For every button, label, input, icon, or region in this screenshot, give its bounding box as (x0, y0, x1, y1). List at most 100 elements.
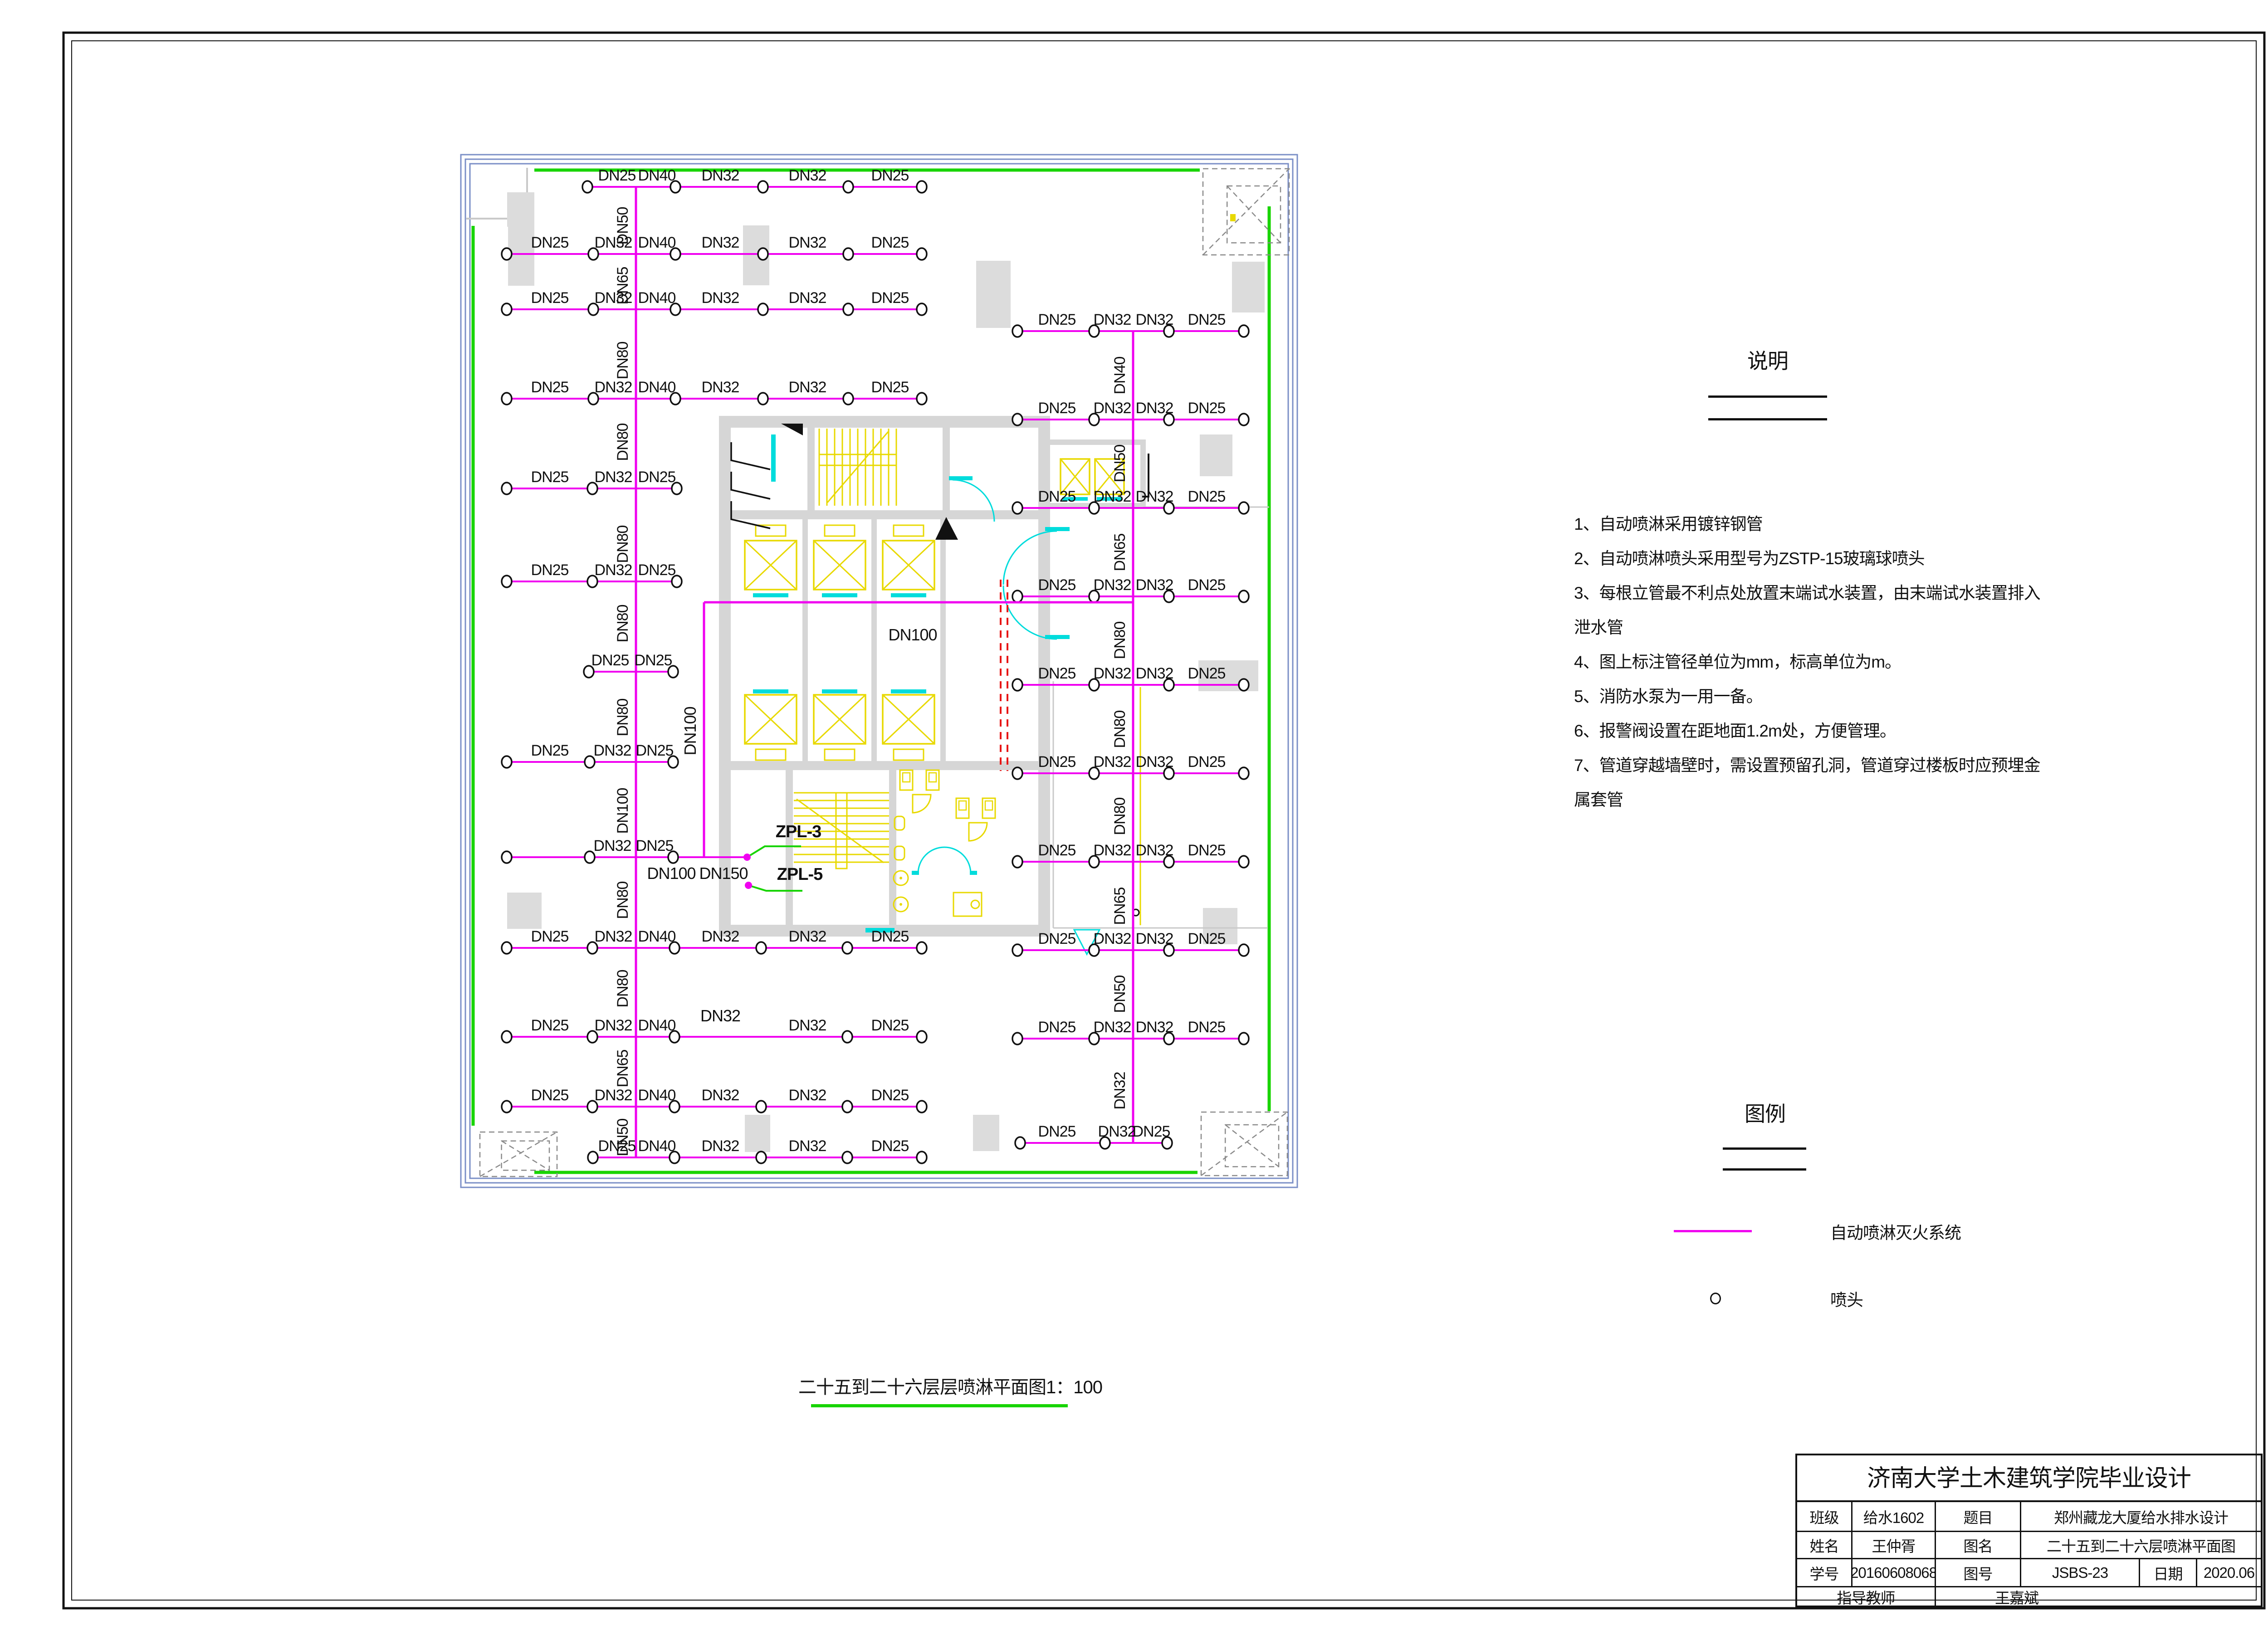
pipe-label: DN32 (595, 1087, 632, 1104)
sprinkler-head-icon (917, 1031, 927, 1043)
notes-title: 说明 (1708, 345, 1827, 375)
pipe-label: DN25 (1038, 665, 1076, 682)
sprinkler-head-icon (1012, 767, 1022, 779)
pipe-label: DN25 (638, 561, 676, 579)
class-value: 给水1602 (1853, 1502, 1936, 1531)
pipe-label: DN80 (614, 881, 631, 919)
door-swing-arc (918, 847, 971, 874)
pipe-label: DN32 (1136, 400, 1173, 417)
sink (899, 877, 902, 879)
pipe-label: DN32 (702, 1137, 739, 1155)
sprinkler-head-icon (917, 248, 927, 260)
sprinkler-head-icon (758, 303, 768, 315)
pipe-label: DN32 (789, 928, 826, 945)
elevator-door-sill (891, 593, 926, 597)
pipe-label: DN32 (1136, 753, 1173, 771)
pipe-label: DN32 (702, 167, 739, 184)
pipe-label: DN25 (1038, 311, 1076, 328)
toilet (903, 773, 910, 782)
elevator-door-sill (753, 593, 788, 597)
riser-leader (747, 846, 801, 857)
advisor-value: 王嘉斌 (1936, 1587, 2261, 1606)
pipe-label: DN25 (636, 837, 674, 854)
pipe-label: DN80 (614, 970, 631, 1007)
pipe-label: DN100 (888, 625, 937, 644)
sprinkler-head-icon (1710, 1293, 1721, 1304)
title-block-row: 学号 20160608068 图号 JSBS-23 日期 2020.06 (1797, 1559, 2261, 1587)
pipe-label: DN32 (702, 928, 739, 945)
pipe-label: DN25 (591, 652, 629, 669)
pipe-label: DN25 (871, 1087, 909, 1104)
pipe-label: DN25 (1188, 311, 1226, 328)
column (1200, 434, 1232, 476)
sprinkler-head-icon (1012, 944, 1022, 956)
corner-window-diagonal (1201, 1112, 1287, 1176)
pipe-label: DN80 (614, 342, 631, 379)
sink (899, 903, 902, 906)
pipe-label: DN25 (871, 289, 909, 307)
pipe-label: DN32 (1136, 930, 1173, 947)
topic-value: 郑州藏龙大厦给水排水设计 (2021, 1502, 2261, 1531)
pipe-label: DN80 (1111, 621, 1129, 659)
notes-list: 1、自动喷淋采用镀锌钢管2、自动喷淋喷头采用型号为ZSTP-15玻璃球喷头3、每… (1574, 507, 2268, 817)
pipe-label: DN32 (1136, 488, 1173, 505)
pipe-label: DN25 (1038, 842, 1076, 859)
pipe-label: DN100 (681, 707, 699, 755)
pipe-label: DN32 (595, 234, 632, 251)
stall-door-fan (913, 795, 931, 813)
sprinkler-head-icon (917, 303, 927, 315)
caption-underline (811, 1404, 1068, 1407)
pipe-label: DN32 (1136, 311, 1173, 328)
column (745, 1115, 770, 1152)
pipe-label: DN32 (789, 289, 826, 307)
drawing-name-label: 图名 (1936, 1532, 2021, 1558)
pipe-label: DN25 (1188, 753, 1226, 771)
pipe-label: DN40 (1111, 356, 1129, 394)
sprinkler-head-icon (1239, 414, 1249, 425)
sprinkler-head-icon (1012, 856, 1022, 868)
legend-title-rule-1 (1723, 1147, 1806, 1150)
note-line: 5、消防水泵为一用一备。 (1574, 679, 2268, 714)
toilet (929, 773, 936, 782)
sheet-border-outer (64, 33, 2264, 1608)
pipe-label: DN40 (638, 167, 676, 184)
sprinkler-head-icon (502, 576, 512, 587)
pipe-label: DN40 (638, 1087, 676, 1104)
column (976, 261, 1011, 328)
pipe-label: DN32 (1098, 1123, 1136, 1140)
drawing-no-value: JSBS-23 (2021, 1559, 2140, 1586)
sprinkler-head-icon (502, 483, 512, 494)
pipe-label: DN25 (1188, 665, 1226, 682)
pipe-label: DN25 (871, 1017, 909, 1034)
sprinkler-head-icon (1012, 325, 1022, 337)
pipe-label: DN32 (1136, 842, 1173, 859)
pipe-label: DN25 (1038, 576, 1076, 594)
pipe-label: DN25 (1038, 930, 1076, 947)
pipe-label: DN50 (1111, 444, 1129, 482)
sprinkler-head-icon (917, 1152, 927, 1163)
sprinkler-head-icon (917, 942, 927, 954)
sprinkler-head-icon (1012, 679, 1022, 691)
pipe-label: DN25 (531, 234, 569, 251)
pipe-label: DN32 (789, 167, 826, 184)
pipe-label: DN32 (1094, 665, 1131, 682)
sprinkler-head-icon (502, 1101, 512, 1113)
sprinkler-head-icon (756, 942, 766, 954)
pipe-label: DN40 (638, 289, 676, 307)
elevator-door-sill (891, 689, 926, 693)
pipe-label: DN25 (638, 469, 676, 486)
pipe-label: DN25 (636, 742, 674, 759)
pipe-label: DN80 (614, 605, 631, 642)
note-line: 1、自动喷淋采用镀锌钢管 (1574, 507, 2268, 542)
riser-leader (748, 885, 802, 891)
sprinkler-pipe-line-icon (1674, 1230, 1752, 1232)
pipe-label: DN32 (789, 1137, 826, 1155)
sprinkler-head-icon (758, 248, 768, 260)
elevator-door-sill (753, 689, 788, 693)
corner-window-diagonal (480, 1132, 557, 1176)
class-label: 班级 (1797, 1502, 1853, 1531)
pipe-label: DN25 (1188, 842, 1226, 859)
sprinkler-head-icon (1012, 502, 1022, 514)
column (973, 1115, 999, 1151)
title-block-row: 姓名 王仲胥 图名 二十五到二十六层喷淋平面图 (1797, 1532, 2261, 1559)
